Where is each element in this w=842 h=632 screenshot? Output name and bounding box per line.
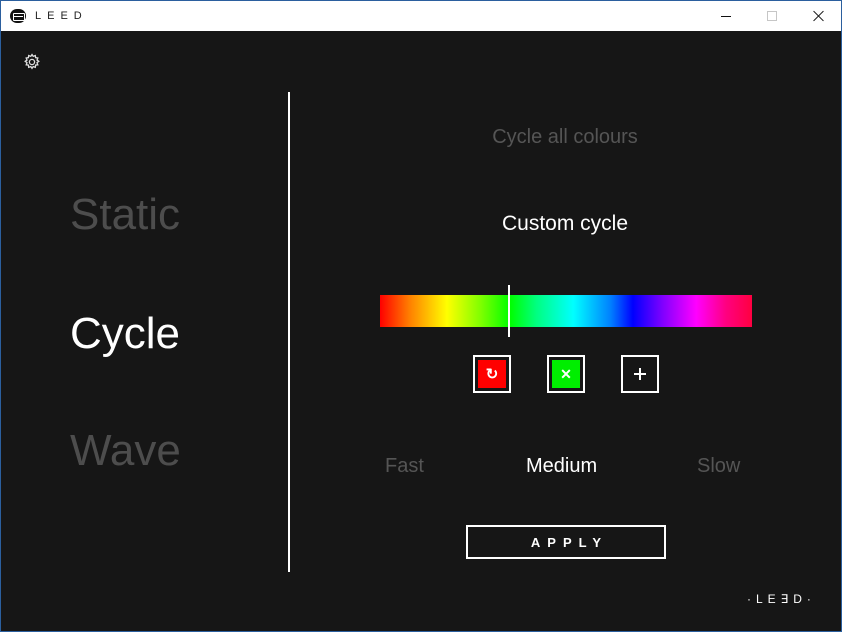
swatch-green-fill: ✕ [552,360,580,388]
mode-wave[interactable]: Wave [70,429,181,473]
speed-fast[interactable]: Fast [385,455,424,478]
speed-slow[interactable]: Slow [697,455,740,478]
app-window: LEED Static Cycle Wave Cycle all colours… [0,0,842,632]
custom-cycle-option[interactable]: Custom cycle [405,212,725,236]
minimize-button[interactable] [703,1,749,31]
leed-brand-logo: ·LE∃D· [747,592,816,606]
leed-logo-icon [10,9,26,23]
maximize-button[interactable] [749,1,795,31]
window-title: LEED [35,10,88,22]
mode-static[interactable]: Static [70,193,180,237]
title-bar[interactable]: LEED [1,1,841,31]
gear-icon [24,53,40,70]
cycle-all-colours-option[interactable]: Cycle all colours [405,126,725,149]
apply-button[interactable]: APPLY [466,525,666,559]
close-button[interactable] [795,1,841,31]
remove-icon: ✕ [560,366,572,382]
refresh-icon: ↻ [485,365,499,383]
minimize-icon [721,15,731,17]
speed-medium[interactable]: Medium [526,455,597,478]
panel-divider [288,92,290,572]
colour-swatch-red[interactable]: ↻ [473,355,511,393]
colour-spectrum-picker[interactable] [380,295,752,327]
settings-button[interactable] [22,52,42,72]
spectrum-marker[interactable] [508,285,510,337]
plus-icon [634,368,646,380]
swatch-red-fill: ↻ [478,360,506,388]
maximize-icon [767,11,777,21]
mode-cycle[interactable]: Cycle [70,312,180,356]
colour-swatch-green[interactable]: ✕ [547,355,585,393]
close-icon [812,10,824,22]
add-colour-button[interactable] [621,355,659,393]
